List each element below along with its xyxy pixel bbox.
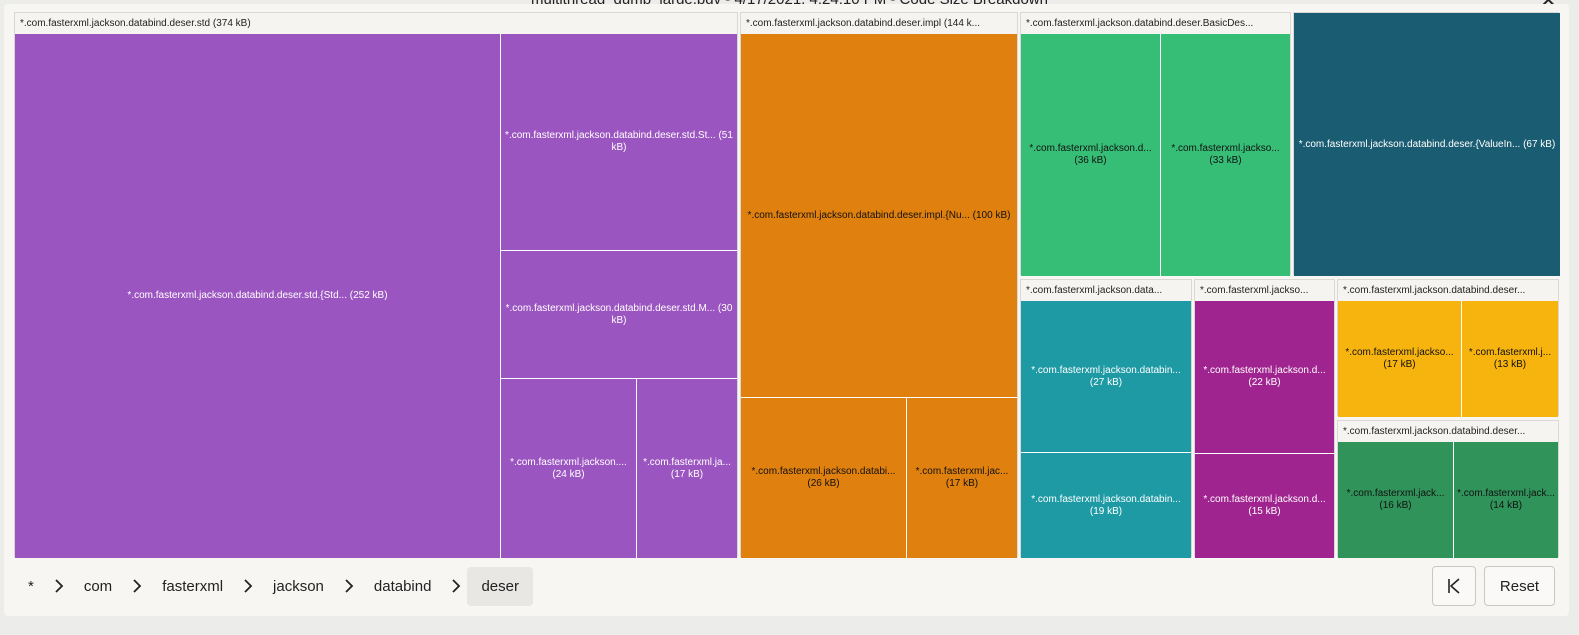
breadcrumb: * com fasterxml jackson databind deser xyxy=(14,566,533,606)
treemap-cell-label: *.com.fasterxml.jackson.d... (15 kB) xyxy=(1203,494,1326,517)
treemap-group-4[interactable]: *.com.fasterxml.jackson.data... *.com.fas… xyxy=(1020,279,1192,558)
treemap-cell[interactable]: *.com.fasterxml.jackson.databi... (26 kB… xyxy=(741,398,907,558)
treemap-cell[interactable]: *.com.fasterxml.jackson.databin... (27 k… xyxy=(1021,301,1191,453)
treemap-cell[interactable]: *.com.fasterxml.jackson.databind.deser.i… xyxy=(741,34,1017,398)
chevron-right-icon xyxy=(445,579,467,593)
treemap-group-label: *.com.fasterxml.jackson.databind.deser.s… xyxy=(20,18,251,29)
breadcrumb-item[interactable]: fasterxml xyxy=(148,567,237,606)
treemap-cell[interactable]: *.com.fasterxml.jackson.databind.deser.{… xyxy=(1294,13,1560,276)
breadcrumb-item[interactable]: * xyxy=(14,567,48,606)
treemap-group-1[interactable]: *.com.fasterxml.jackson.databind.deser.i… xyxy=(740,12,1018,558)
treemap-cell-label: *.com.fasterxml.jackson.databind.deser.{… xyxy=(1298,138,1556,150)
treemap-cell-label: *.com.fasterxml.jackson.databin... (27 k… xyxy=(1031,364,1181,388)
chevron-right-icon xyxy=(48,579,70,593)
treemap-chart: *.com.fasterxml.jackson.databind.deser.s… xyxy=(0,0,1579,560)
treemap-cell[interactable]: *.com.fasterxml.jackson.databind.deser.s… xyxy=(501,251,737,379)
treemap-group-label: *.com.fasterxml.jackson.databind.deser..… xyxy=(1343,285,1526,296)
treemap-group-7[interactable]: *.com.fasterxml.jackson.databind.deser..… xyxy=(1337,420,1559,558)
treemap-cell-label: *.com.fasterxml.jack... (16 kB) xyxy=(1346,488,1445,511)
treemap-group-label: *.com.fasterxml.jackson.databind.deser..… xyxy=(1343,426,1526,437)
treemap-group-label: *.com.fasterxml.jackson.databind.deser.i… xyxy=(746,18,980,29)
treemap-group-0[interactable]: *.com.fasterxml.jackson.databind.deser.s… xyxy=(14,12,738,558)
treemap-group-label: *.com.fasterxml.jackso... xyxy=(1200,285,1309,296)
treemap-cell-label: *.com.fasterxml.jackso... (33 kB) xyxy=(1171,143,1280,166)
treemap-group-label: *.com.fasterxml.jackson.databind.deser.B… xyxy=(1026,18,1254,29)
treemap-cell[interactable]: *.com.fasterxml.jackso... (33 kB) xyxy=(1161,34,1290,276)
chevron-right-icon xyxy=(126,579,148,593)
treemap-group-5[interactable]: *.com.fasterxml.jackso... *.com.fasterxml… xyxy=(1194,279,1335,558)
chevron-right-icon xyxy=(237,579,259,593)
treemap-group-2[interactable]: *.com.fasterxml.jackson.databind.deser.B… xyxy=(1020,12,1291,276)
treemap-cell[interactable]: *.com.fasterxml.jackso... (17 kB) xyxy=(1338,301,1462,417)
treemap-group-3[interactable]: *.com.fasterxml.jackson.databind.deser.{… xyxy=(1293,12,1560,276)
treemap-cell[interactable]: *.com.fasterxml.jac... (17 kB) xyxy=(907,398,1017,558)
treemap-cell[interactable]: *.com.fasterxml.jackson.... (24 kB) xyxy=(501,379,637,558)
treemap-cell-label: *.com.fasterxml.jackson.databin... (19 k… xyxy=(1031,493,1181,517)
treemap-cell[interactable]: *.com.fasterxml.jack... (14 kB) xyxy=(1454,442,1558,558)
treemap-group-6[interactable]: *.com.fasterxml.jackson.databind.deser..… xyxy=(1337,279,1559,417)
treemap-cell[interactable]: *.com.fasterxml.jackson.d... (15 kB) xyxy=(1195,454,1334,558)
treemap-cell[interactable]: *.com.fasterxml.ja... (17 kB) xyxy=(637,379,737,558)
treemap-cell-label: *.com.fasterxml.jac... (17 kB) xyxy=(915,466,1009,489)
treemap-cell-label: *.com.fasterxml.jack... (14 kB) xyxy=(1457,488,1555,511)
treemap-cell[interactable]: *.com.fasterxml.j... (13 kB) xyxy=(1462,301,1558,417)
treemap-cell[interactable]: *.com.fasterxml.jackson.d... (36 kB) xyxy=(1021,34,1161,276)
treemap-cell-label: *.com.fasterxml.jackson.databind.deser.s… xyxy=(505,130,733,153)
treemap-cell-label: *.com.fasterxml.jackson.databi... (26 kB… xyxy=(751,466,896,489)
treemap-cell[interactable]: *.com.fasterxml.jackson.databind.deser.s… xyxy=(501,34,737,251)
treemap-cell-label: *.com.fasterxml.jackson.d... (22 kB) xyxy=(1203,365,1326,388)
treemap-cell-label: *.com.fasterxml.jackson.d... (36 kB) xyxy=(1029,143,1152,166)
chevron-right-icon xyxy=(338,579,360,593)
reset-button[interactable]: Reset xyxy=(1484,566,1555,606)
treemap-cell[interactable]: *.com.fasterxml.jack... (16 kB) xyxy=(1338,442,1454,558)
breadcrumb-item[interactable]: deser xyxy=(467,566,533,606)
treemap-cell[interactable]: *.com.fasterxml.jackson.databin... (19 k… xyxy=(1021,453,1191,558)
breadcrumb-item[interactable]: jackson xyxy=(259,567,338,606)
treemap-cell-label: *.com.fasterxml.jackson.databind.deser.i… xyxy=(747,209,1011,221)
treemap-cell-label: *.com.fasterxml.jackso... (17 kB) xyxy=(1345,347,1454,370)
treemap-cell-label: *.com.fasterxml.jackson.databind.deser.s… xyxy=(505,302,733,326)
treemap-cell-label: *.com.fasterxml.jackson.... (24 kB) xyxy=(510,456,627,480)
breadcrumb-item[interactable]: databind xyxy=(360,567,446,606)
treemap-cell-label: *.com.fasterxml.ja... (17 kB) xyxy=(643,456,731,480)
treemap-cell-label: *.com.fasterxml.j... (13 kB) xyxy=(1468,347,1552,370)
treemap-cell[interactable]: *.com.fasterxml.jackson.databind.deser.s… xyxy=(15,34,501,558)
treemap-cell-label: *.com.fasterxml.jackson.databind.deser.s… xyxy=(127,290,388,301)
treemap-group-label: *.com.fasterxml.jackson.data... xyxy=(1026,285,1163,296)
skip-to-first-icon xyxy=(1448,578,1460,594)
treemap-cell[interactable]: *.com.fasterxml.jackson.d... (22 kB) xyxy=(1195,301,1334,454)
first-level-button[interactable] xyxy=(1432,566,1476,606)
breadcrumb-item[interactable]: com xyxy=(70,567,126,606)
